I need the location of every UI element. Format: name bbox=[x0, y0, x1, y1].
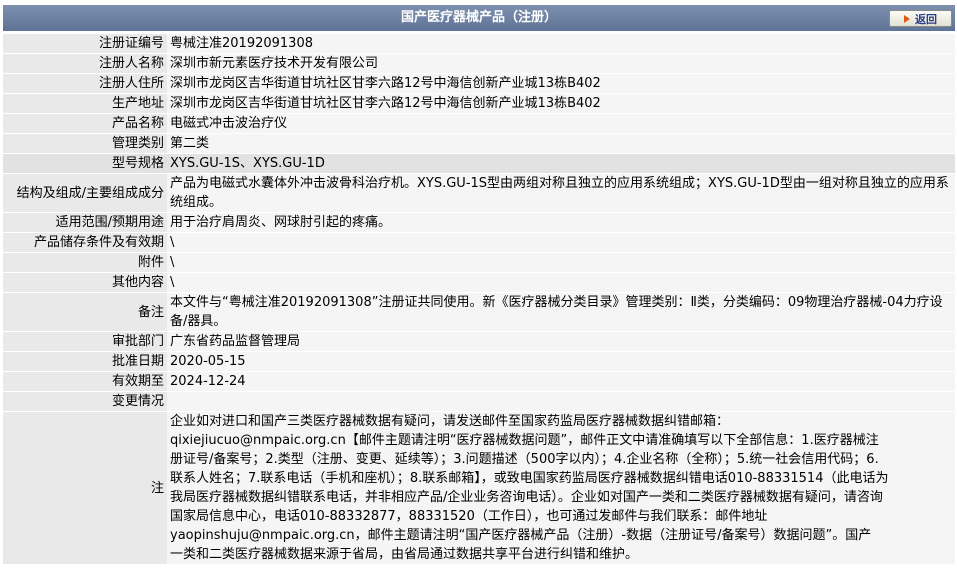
field-value-registrant-name: 深圳市新元素医疗技术开发有限公司 bbox=[167, 54, 955, 73]
field-value-remarks: 本文件与“粤械注准20192091308”注册证共同使用。新《医疗器械分类目录》… bbox=[167, 293, 955, 331]
field-label-registrant-address: 注册人住所 bbox=[3, 74, 167, 93]
table-row: 注 企业如对进口和国产三类医疗器械数据有疑问，请发送邮件至国家药监局医疗器械数据… bbox=[3, 412, 955, 564]
table-row: 有效期至 2024-12-24 bbox=[3, 372, 955, 391]
detail-table: 注册证编号 粤械注准20192091308 注册人名称 深圳市新元素医疗技术开发… bbox=[3, 33, 955, 565]
table-row: 批准日期 2020-05-15 bbox=[3, 352, 955, 371]
table-row: 附件 \ bbox=[3, 253, 955, 272]
field-value-registration-no: 粤械注准20192091308 bbox=[167, 34, 955, 53]
field-label-structure: 结构及组成/主要组成成分 bbox=[3, 174, 167, 212]
table-row: 管理类别 第二类 bbox=[3, 134, 955, 153]
field-value-storage: \ bbox=[167, 233, 955, 252]
note-line: 企业如对进口和国产三类医疗器械数据有疑问，请发送邮件至国家药监局医疗器械数据纠错… bbox=[170, 414, 730, 429]
field-value-other: \ bbox=[167, 273, 955, 292]
field-value-approval-dept: 广东省药品监督管理局 bbox=[167, 332, 955, 351]
field-label-other: 其他内容 bbox=[3, 273, 167, 292]
field-value-structure: 产品为电磁式水囊体外冲击波骨科治疗机。XYS.GU-1S型由两组对称且独立的应用… bbox=[167, 174, 955, 212]
note-line: 一类和二类医疗器械数据来源于省局，由省局通过数据共享平台进行纠错和维护。 bbox=[170, 547, 639, 562]
field-label-remarks: 备注 bbox=[3, 293, 167, 331]
field-value-management-category: 第二类 bbox=[167, 134, 955, 153]
field-label-registration-no: 注册证编号 bbox=[3, 34, 167, 53]
field-value-scope: 用于治疗肩周炎、网球肘引起的疼痛。 bbox=[167, 213, 955, 232]
field-label-approval-dept: 审批部门 bbox=[3, 332, 167, 351]
field-label-valid-until: 有效期至 bbox=[3, 372, 167, 391]
field-value-valid-until: 2024-12-24 bbox=[167, 372, 955, 391]
arrow-right-icon bbox=[904, 14, 910, 23]
field-label-attachments: 附件 bbox=[3, 253, 167, 272]
field-value-approval-date: 2020-05-15 bbox=[167, 352, 955, 371]
table-row: 型号规格 XYS.GU-1S、XYS.GU-1D bbox=[3, 154, 955, 173]
table-row: 变更情况 bbox=[3, 392, 955, 411]
note-line: 我局医疗器械数据纠错联系电话，并非相应产品/企业业务咨询电话）。企业如对国产一类… bbox=[170, 490, 883, 505]
field-label-approval-date: 批准日期 bbox=[3, 352, 167, 371]
field-value-attachments: \ bbox=[167, 253, 955, 272]
table-row: 结构及组成/主要组成成分 产品为电磁式水囊体外冲击波骨科治疗机。XYS.GU-1… bbox=[3, 174, 955, 212]
table-row: 注册人住所 深圳市龙岗区吉华街道甘坑社区甘李六路12号中海信创新产业城13栋B4… bbox=[3, 74, 955, 93]
field-label-production-address: 生产地址 bbox=[3, 94, 167, 113]
back-button-label: 返回 bbox=[915, 12, 937, 26]
table-row: 备注 本文件与“粤械注准20192091308”注册证共同使用。新《医疗器械分类… bbox=[3, 293, 955, 331]
table-row: 产品储存条件及有效期 \ bbox=[3, 233, 955, 252]
field-value-model-spec: XYS.GU-1S、XYS.GU-1D bbox=[167, 154, 955, 173]
table-row: 审批部门 广东省药品监督管理局 bbox=[3, 332, 955, 351]
table-row: 适用范围/预期用途 用于治疗肩周炎、网球肘引起的疼痛。 bbox=[3, 213, 955, 232]
field-value-product-name: 电磁式冲击波治疗仪 bbox=[167, 114, 955, 133]
note-lines: 企业如对进口和国产三类医疗器械数据有疑问，请发送邮件至国家药监局医疗器械数据纠错… bbox=[170, 412, 952, 564]
table-row: 注册证编号 粤械注准20192091308 bbox=[3, 34, 955, 53]
note-text: 企业如对进口和国产三类医疗器械数据有疑问，请发送邮件至国家药监局医疗器械数据纠错… bbox=[167, 412, 955, 564]
page-header: 国产医疗器械产品（注册） 返回 bbox=[3, 5, 955, 31]
page-title: 国产医疗器械产品（注册） bbox=[400, 10, 557, 25]
table-row: 注册人名称 深圳市新元素医疗技术开发有限公司 bbox=[3, 54, 955, 73]
back-button[interactable]: 返回 bbox=[889, 10, 952, 27]
field-label-note: 注 bbox=[3, 412, 167, 564]
field-label-storage: 产品储存条件及有效期 bbox=[3, 233, 167, 252]
note-line: 联系人姓名；7.联系电话（手机和座机）；8.联系邮箱】，或致电国家药监局医疗器械… bbox=[170, 471, 889, 486]
table-row: 生产地址 深圳市龙岗区吉华街道甘坑社区甘李六路12号中海信创新产业城13栋B40… bbox=[3, 94, 955, 113]
field-label-model-spec: 型号规格 bbox=[3, 154, 167, 173]
field-value-registrant-address: 深圳市龙岗区吉华街道甘坑社区甘李六路12号中海信创新产业城13栋B402 bbox=[167, 74, 955, 93]
table-row: 其他内容 \ bbox=[3, 273, 955, 292]
field-label-scope: 适用范围/预期用途 bbox=[3, 213, 167, 232]
field-label-product-name: 产品名称 bbox=[3, 114, 167, 133]
field-label-changes: 变更情况 bbox=[3, 392, 167, 411]
note-line: yaopinshuju@nmpaic.org.cn，邮件主题请注明“国产医疗器械… bbox=[170, 528, 872, 543]
field-label-management-category: 管理类别 bbox=[3, 134, 167, 153]
note-line: qixiejiucuo@nmpaic.org.cn【邮件主题请注明“医疗器械数据… bbox=[170, 433, 879, 448]
note-line: 国家局信息中心，电话010-88332877，88331520（工作日），也可通… bbox=[170, 509, 768, 524]
table-row: 产品名称 电磁式冲击波治疗仪 bbox=[3, 114, 955, 133]
field-value-production-address: 深圳市龙岗区吉华街道甘坑社区甘李六路12号中海信创新产业城13栋B402 bbox=[167, 94, 955, 113]
field-value-changes bbox=[167, 392, 955, 411]
field-label-registrant-name: 注册人名称 bbox=[3, 54, 167, 73]
note-line: 册证号/备案号；2.类型（注册、变更、延续等）；3.问题描述（500字以内）；4… bbox=[170, 452, 879, 467]
